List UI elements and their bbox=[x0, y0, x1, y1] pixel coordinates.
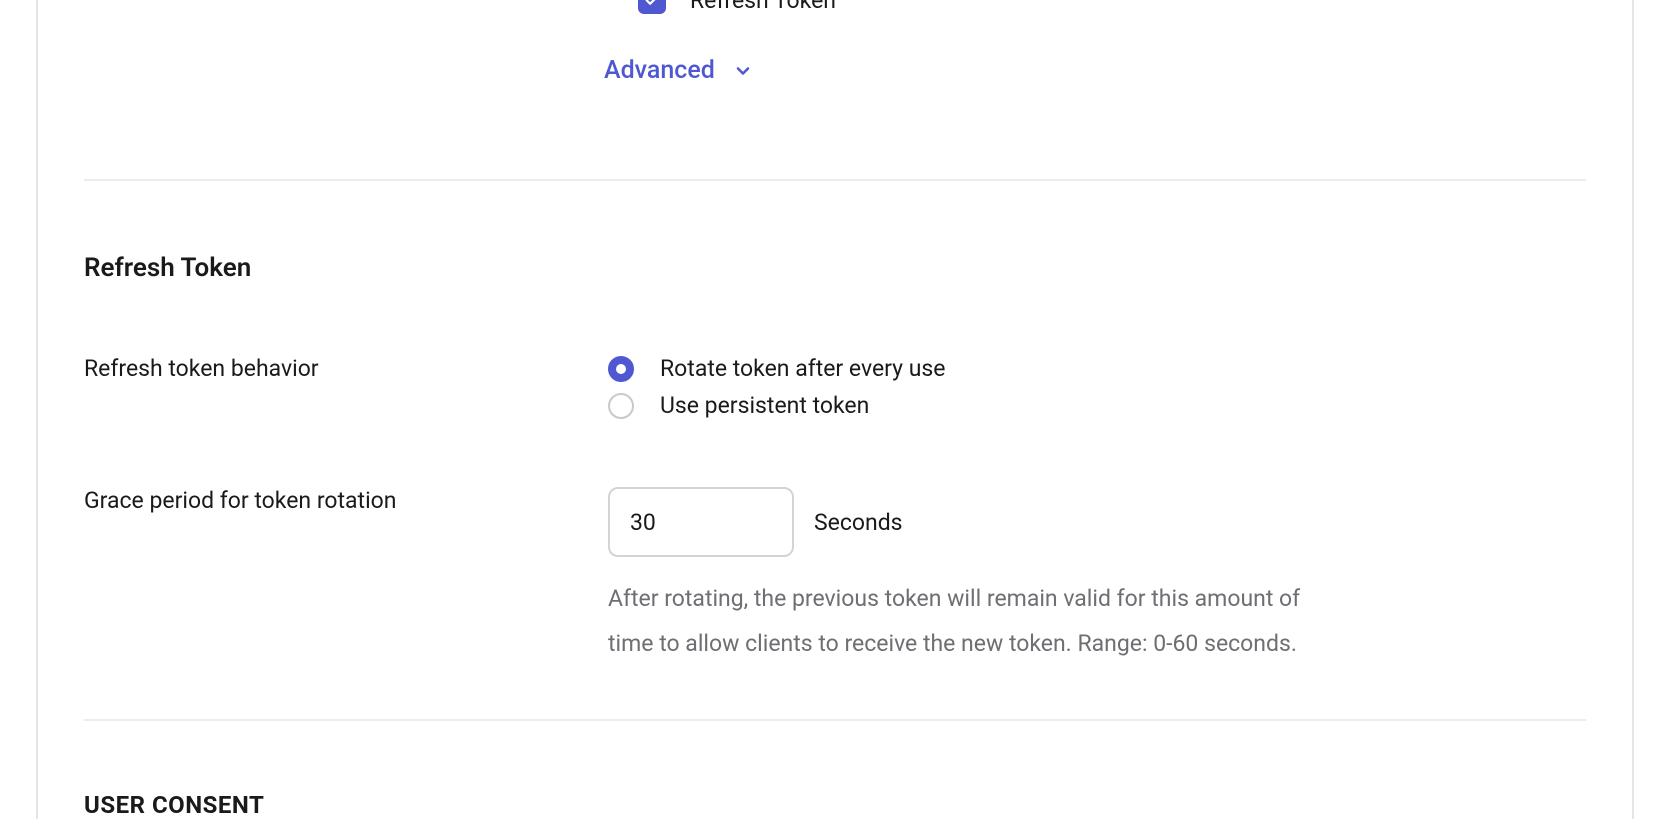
radio-input-persistent[interactable] bbox=[608, 393, 634, 419]
refresh-token-checkbox[interactable] bbox=[638, 0, 666, 14]
settings-panel: Refresh Token Advanced Refresh Token Ref… bbox=[36, 0, 1634, 819]
radio-rotate-token[interactable]: Rotate token after every use bbox=[608, 355, 1586, 382]
chevron-down-icon bbox=[733, 61, 753, 81]
grace-period-row: Grace period for token rotation Seconds … bbox=[84, 487, 1586, 667]
grace-period-label: Grace period for token rotation bbox=[84, 487, 608, 667]
refresh-token-checkbox-label: Refresh Token bbox=[690, 0, 836, 14]
advanced-label: Advanced bbox=[604, 56, 715, 85]
refresh-token-section-title: Refresh Token bbox=[84, 253, 1586, 283]
grace-period-helper-text: After rotating, the previous token will … bbox=[608, 577, 1328, 667]
user-consent-section-title: USER CONSENT bbox=[84, 791, 1586, 819]
grace-period-input-row: Seconds bbox=[608, 487, 1586, 557]
grace-period-input[interactable] bbox=[608, 487, 794, 557]
refresh-token-behavior-radio-group: Rotate token after every use Use persist… bbox=[608, 355, 1586, 419]
refresh-token-behavior-row: Refresh token behavior Rotate token afte… bbox=[84, 355, 1586, 419]
divider bbox=[84, 719, 1586, 721]
advanced-toggle[interactable]: Advanced bbox=[604, 56, 1586, 85]
divider bbox=[84, 179, 1586, 181]
refresh-token-behavior-label: Refresh token behavior bbox=[84, 355, 608, 419]
radio-input-rotate[interactable] bbox=[608, 356, 634, 382]
refresh-token-checkbox-row[interactable]: Refresh Token bbox=[638, 0, 1586, 14]
radio-label-persistent: Use persistent token bbox=[660, 392, 869, 419]
grace-period-unit: Seconds bbox=[814, 509, 903, 536]
checkmark-icon bbox=[643, 0, 661, 9]
radio-persistent-token[interactable]: Use persistent token bbox=[608, 392, 1586, 419]
radio-label-rotate: Rotate token after every use bbox=[660, 355, 946, 382]
